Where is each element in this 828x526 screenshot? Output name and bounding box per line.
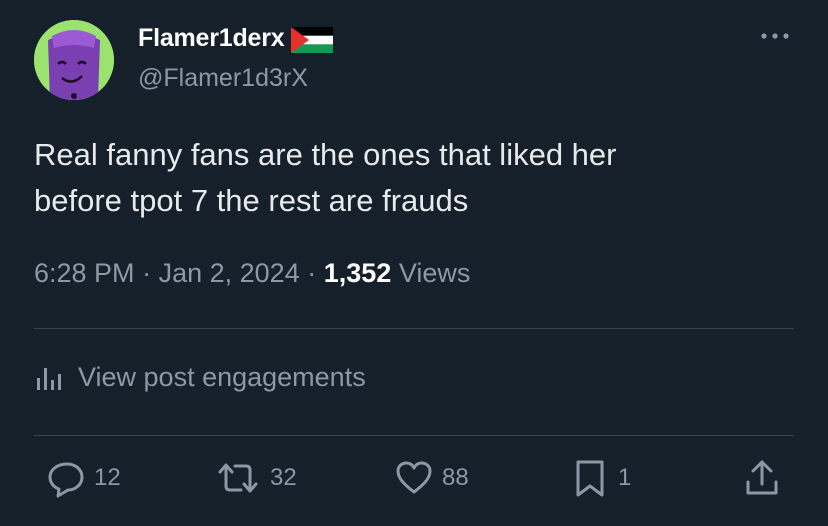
views-count: 1,352 <box>323 258 392 288</box>
author-handle[interactable]: @Flamer1d3rX <box>138 64 308 93</box>
share-button[interactable] <box>742 458 782 498</box>
reply-button[interactable]: 12 <box>46 458 121 498</box>
tweet-text-line: before tpot 7 the rest are frauds <box>34 183 469 218</box>
bookmark-button[interactable]: 1 <box>570 458 631 498</box>
view-engagements-button[interactable]: View post engagements <box>34 362 366 393</box>
tweet-date[interactable]: Jan 2, 2024 <box>159 258 300 288</box>
bookmark-count: 1 <box>618 464 632 491</box>
engagements-label: View post engagements <box>78 362 366 392</box>
divider <box>34 328 794 329</box>
tweet-text-line: Real fanny fans are the ones that liked … <box>34 137 617 172</box>
divider <box>34 435 794 436</box>
palestine-flag-icon <box>290 26 333 53</box>
analytics-icon <box>37 367 61 390</box>
repost-button[interactable]: 32 <box>214 458 297 498</box>
meta-separator: · <box>142 258 152 288</box>
like-count: 88 <box>442 464 469 491</box>
more-button[interactable] <box>758 26 792 46</box>
tweet-time[interactable]: 6:28 PM <box>34 258 135 288</box>
views-label: Views <box>398 258 471 288</box>
bookmark-icon <box>576 460 604 497</box>
tweet-text: Real fanny fans are the ones that liked … <box>34 132 774 224</box>
display-name-text: Flamer1derx <box>138 24 285 52</box>
like-button[interactable]: 88 <box>394 458 469 498</box>
avatar[interactable] <box>34 20 114 100</box>
share-icon <box>746 460 778 495</box>
action-bar: 12 32 88 1 <box>0 458 828 508</box>
reply-icon <box>48 462 84 498</box>
reply-count: 12 <box>94 464 121 491</box>
author-display-name[interactable]: Flamer1derx <box>138 24 333 53</box>
repost-count: 32 <box>270 464 297 491</box>
more-icon <box>761 33 789 39</box>
repost-icon <box>218 463 258 493</box>
avatar-image <box>34 20 114 100</box>
tweet-meta: 6:28 PM · Jan 2, 2024 · 1,352 Views <box>34 258 470 289</box>
meta-separator: · <box>307 258 317 288</box>
like-icon <box>396 461 432 494</box>
